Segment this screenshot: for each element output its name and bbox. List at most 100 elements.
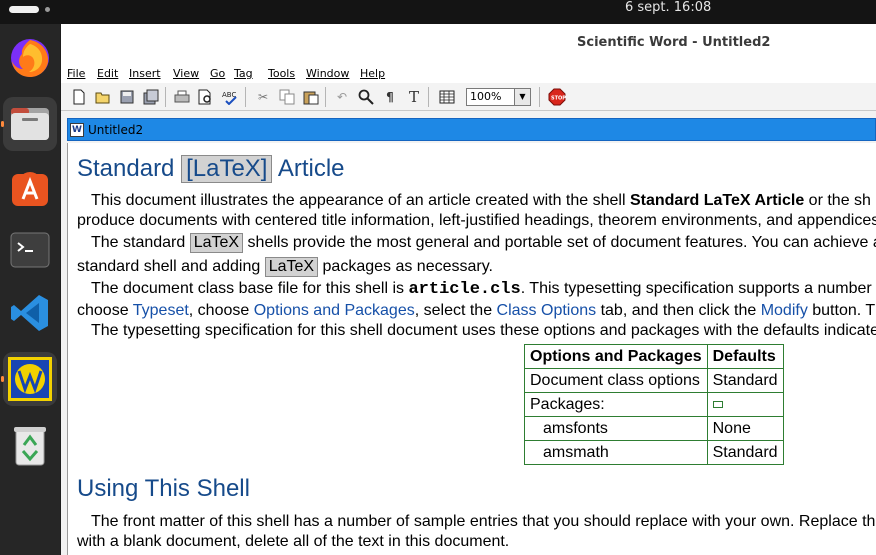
table-cell: Standard — [706, 368, 784, 393]
table-row: Document class options Standard — [524, 368, 784, 393]
link-class-options[interactable]: Class Options — [497, 302, 597, 319]
dock-terminal[interactable] — [3, 223, 57, 277]
spell-check-button[interactable]: ABC — [221, 88, 239, 106]
paragraph-2-cont: standard shell and adding LaTeX packages… — [77, 257, 493, 277]
dock-firefox[interactable] — [3, 31, 57, 85]
terminal-icon — [10, 232, 50, 268]
workspace-indicator[interactable] — [45, 7, 50, 12]
undo-button[interactable]: ↶ — [333, 88, 351, 106]
cut-icon: ✂ — [257, 90, 269, 104]
paragraph-3-cont: choose Typeset, choose Options and Packa… — [77, 302, 876, 319]
menu-help[interactable]: Help — [360, 67, 385, 80]
table-cell: amsfonts — [524, 416, 708, 441]
running-indicator — [1, 376, 4, 382]
table-cell — [706, 392, 784, 417]
firefox-icon — [11, 39, 49, 77]
paragraph-5-cont: with a blank document, delete all of the… — [77, 533, 510, 550]
table-cell: Document class options — [524, 368, 708, 393]
menu-insert[interactable]: Insert — [129, 67, 161, 80]
app-center-icon — [12, 172, 48, 206]
new-document-icon — [73, 89, 85, 105]
menu-tag[interactable]: Tag — [234, 67, 253, 80]
paragraph-4: The typesetting specification for this s… — [91, 322, 876, 339]
scientific-word-window: Scientific Word - Untitled2 File Edit In… — [61, 24, 876, 555]
empty-box-icon — [712, 400, 723, 408]
menu-go[interactable]: Go — [210, 67, 225, 80]
show-invisibles-button[interactable]: ¶ — [381, 88, 399, 106]
open-folder-icon — [95, 92, 110, 104]
table-cell: amsmath — [524, 440, 708, 465]
dock-files[interactable] — [3, 97, 57, 151]
toolbar-separator — [245, 87, 246, 107]
find-button[interactable] — [357, 88, 375, 106]
paragraph-1: This document illustrates the appearance… — [91, 192, 871, 209]
table-header-row: Options and Packages Defaults — [524, 344, 784, 369]
toolbar: ABC ✂ ↶ ¶ T 100% ▼ STOP — [61, 83, 876, 111]
new-document-button[interactable] — [70, 88, 88, 106]
paragraph-5: The front matter of this shell has a num… — [91, 513, 876, 530]
table-row: Packages: — [524, 392, 784, 417]
paragraph-2: The standard LaTeX shells provide the mo… — [91, 233, 876, 253]
menu-tools[interactable]: Tools — [268, 67, 295, 80]
copy-button[interactable] — [278, 88, 296, 106]
toolbar-separator — [428, 87, 429, 107]
preview-icon — [198, 89, 211, 105]
link-options-and-packages[interactable]: Options and Packages — [254, 302, 415, 319]
running-indicator — [1, 121, 4, 127]
paste-icon — [303, 91, 319, 105]
spell-check-icon: ABC — [222, 91, 237, 105]
print-button[interactable] — [173, 88, 191, 106]
menu-file[interactable]: File — [67, 67, 85, 80]
dock — [0, 24, 60, 555]
table-button[interactable] — [438, 88, 456, 106]
title-bar[interactable]: Scientific Word - Untitled2 — [61, 24, 876, 62]
toolbar-separator — [539, 87, 540, 107]
paste-button[interactable] — [302, 88, 320, 106]
document-tab-label: Untitled2 — [88, 123, 144, 137]
table-row: amsfonts None — [524, 416, 784, 441]
preview-button[interactable] — [197, 88, 215, 106]
table-cell: Packages: — [524, 392, 708, 417]
zoom-select[interactable]: 100% ▼ — [466, 88, 531, 106]
link-typeset[interactable]: Typeset — [133, 302, 189, 319]
options-table[interactable]: Options and Packages Defaults Document c… — [524, 344, 784, 465]
paragraph-3: The document class base file for this sh… — [91, 280, 872, 299]
table-row: amsmath Standard — [524, 440, 784, 465]
text-tag-button[interactable]: T — [405, 88, 423, 106]
stop-button[interactable]: STOP — [548, 88, 566, 106]
dock-vscode[interactable] — [3, 286, 57, 340]
document-tab[interactable]: W Untitled2 — [67, 118, 876, 141]
menu-window[interactable]: Window — [306, 67, 349, 80]
save-all-icon — [143, 89, 159, 105]
latex-tag: LaTeX — [264, 257, 319, 277]
document-content[interactable]: Standard [LaTeX] Article This document i… — [67, 143, 876, 555]
open-button[interactable] — [94, 88, 112, 106]
chevron-down-icon[interactable]: ▼ — [514, 89, 530, 105]
document-icon: W — [70, 123, 84, 137]
scientific-word-icon — [8, 357, 52, 401]
menu-view[interactable]: View — [173, 67, 199, 80]
print-icon — [174, 90, 190, 103]
trash-icon — [14, 427, 46, 466]
pilcrow-icon: ¶ — [386, 90, 394, 104]
dock-scientific-word[interactable] — [3, 352, 57, 406]
files-icon — [11, 108, 49, 140]
save-all-button[interactable] — [142, 88, 160, 106]
cut-button[interactable]: ✂ — [254, 88, 272, 106]
link-modify[interactable]: Modify — [761, 302, 808, 319]
table-icon — [439, 90, 455, 104]
clock[interactable]: 6 sept. 16:08 — [625, 0, 711, 15]
window-title: Scientific Word - Untitled2 — [577, 35, 771, 50]
menu-edit[interactable]: Edit — [97, 67, 118, 80]
svg-text:STOP: STOP — [551, 96, 566, 102]
stop-icon: STOP — [548, 88, 566, 106]
dock-app-center[interactable] — [3, 161, 57, 215]
undo-icon: ↶ — [336, 90, 348, 104]
save-icon — [120, 90, 134, 104]
workspace-indicator-active[interactable] — [9, 6, 39, 13]
dock-trash[interactable] — [3, 418, 57, 472]
text-icon: T — [408, 88, 419, 106]
vscode-icon — [11, 295, 48, 331]
save-button[interactable] — [118, 88, 136, 106]
document-title: Standard [LaTeX] Article — [77, 155, 345, 184]
